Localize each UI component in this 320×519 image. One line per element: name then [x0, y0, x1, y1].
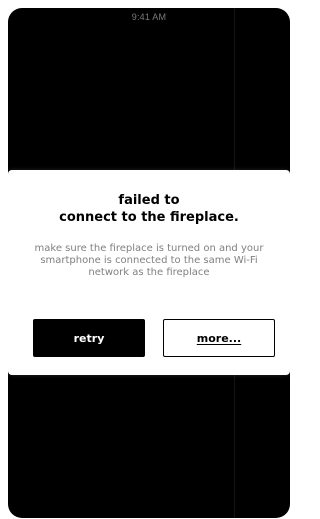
dialog-title-line-2: connect to the fireplace. [59, 210, 239, 225]
error-dialog: failed to connect to the fireplace. make… [8, 170, 290, 375]
dialog-message: make sure the fireplace is turned on and… [34, 243, 264, 278]
phone-screen: 9:41 AM failed to connect to the firepla… [8, 8, 290, 518]
dialog-title: failed to connect to the fireplace. [8, 192, 290, 226]
retry-button-label: retry [73, 331, 105, 345]
more-button[interactable]: more... [163, 319, 275, 357]
retry-button[interactable]: retry [33, 319, 145, 357]
dialog-title-line-1: failed to [118, 193, 180, 208]
status-bar-time: 9:41 AM [131, 12, 167, 22]
more-button-label: more... [196, 331, 242, 345]
